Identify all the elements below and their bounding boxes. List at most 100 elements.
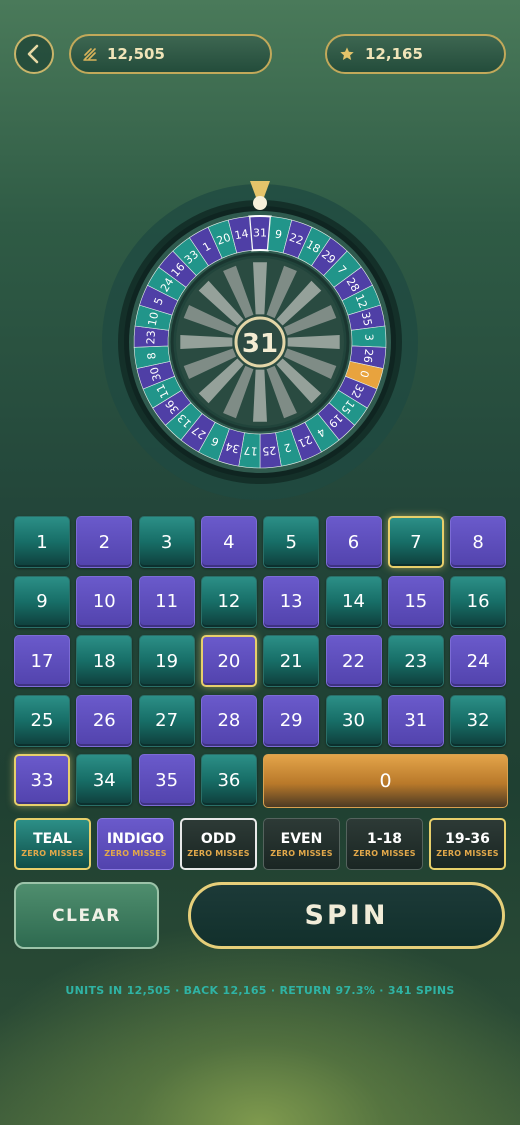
bet-sublabel: ZERO MISSES <box>104 848 167 858</box>
outside-bet-button[interactable]: INDIGO ZERO MISSES <box>97 818 174 870</box>
number-label: 1 <box>36 531 48 553</box>
number-cell[interactable]: 7 <box>387 516 444 568</box>
number-label: 26 <box>92 710 116 731</box>
star-icon <box>340 47 354 60</box>
number-cell[interactable]: 1 <box>14 516 70 568</box>
number-label: 27 <box>155 710 179 731</box>
number-label: 15 <box>404 591 428 612</box>
clear-button[interactable]: CLEAR <box>14 882 159 949</box>
bet-label: 19-36 <box>445 830 490 847</box>
number-label: 29 <box>279 710 303 731</box>
outside-bet-button[interactable]: EVEN ZERO MISSES <box>263 818 340 870</box>
number-cell[interactable]: 14 <box>325 575 382 628</box>
pocket-number: 14 <box>234 227 250 242</box>
outside-bet-button[interactable]: 1-18 ZERO MISSES <box>346 818 423 870</box>
pocket-number: 23 <box>144 330 158 345</box>
number-cell[interactable]: 36 <box>200 754 257 806</box>
back-value: 12,165 <box>365 45 423 63</box>
number-cell[interactable]: 27 <box>138 694 195 747</box>
wheel-result: 31 <box>242 329 278 359</box>
number-cell[interactable]: 17 <box>14 635 70 687</box>
outside-bet-button[interactable]: 19-36 ZERO MISSES <box>429 818 506 870</box>
number-label: 12 <box>217 591 241 612</box>
number-cell[interactable]: 34 <box>76 754 133 806</box>
number-label: 18 <box>92 650 116 672</box>
number-label: 31 <box>404 710 428 731</box>
number-cell[interactable]: 25 <box>14 694 70 747</box>
number-label: 32 <box>466 710 490 731</box>
number-cell[interactable]: 12 <box>200 575 257 628</box>
bet-label: EVEN <box>280 830 323 847</box>
spin-button[interactable]: SPIN <box>188 882 505 949</box>
back-balance-pill: 12,165 <box>325 34 506 74</box>
number-label: 25 <box>30 710 54 731</box>
number-label: 17 <box>30 650 54 672</box>
number-cell[interactable]: 2 <box>76 516 133 568</box>
number-label: 24 <box>466 650 490 672</box>
number-cell[interactable]: 22 <box>325 635 382 687</box>
number-cell[interactable]: 15 <box>387 575 444 628</box>
number-label: 33 <box>30 769 54 791</box>
number-cell[interactable]: 23 <box>387 635 444 687</box>
number-label: 35 <box>155 769 179 791</box>
number-cell[interactable]: 13 <box>263 575 320 628</box>
number-cell[interactable]: 29 <box>263 694 320 747</box>
bet-label: ODD <box>200 830 237 847</box>
number-label: 22 <box>342 650 365 672</box>
number-label: 20 <box>217 650 241 672</box>
top-bar: 12,505 12,165 <box>0 0 520 110</box>
number-cell[interactable]: 30 <box>325 694 382 747</box>
number-cell[interactable]: 4 <box>200 516 257 568</box>
zero-cell[interactable]: 0 <box>263 754 508 808</box>
back-button[interactable] <box>14 34 54 74</box>
number-cell[interactable]: 21 <box>263 635 320 687</box>
number-cell[interactable]: 19 <box>138 635 195 687</box>
outside-bets: TEAL ZERO MISSES INDIGO ZERO MISSES ODD ZERO … <box>14 818 506 870</box>
units-balance-pill: 12,505 <box>69 34 272 74</box>
number-label: 36 <box>217 769 241 791</box>
number-cell[interactable]: 11 <box>138 575 195 628</box>
pocket-number: 17 <box>243 444 258 458</box>
number-cell[interactable]: 31 <box>387 694 444 747</box>
number-cell[interactable]: 33 <box>14 754 70 806</box>
number-label: 14 <box>342 591 365 612</box>
number-cell[interactable]: 20 <box>200 635 257 687</box>
number-label: 13 <box>279 591 303 612</box>
number-label: 19 <box>155 650 179 672</box>
number-label: 16 <box>466 591 490 612</box>
stats-footer: UNITS IN 12,505 · BACK 12,165 · RETURN 9… <box>65 984 455 997</box>
number-cell[interactable]: 18 <box>76 635 133 687</box>
outside-bet-button[interactable]: TEAL ZERO MISSES <box>14 818 91 870</box>
bet-label: TEAL <box>33 830 72 847</box>
units-icon <box>83 48 97 61</box>
number-label: 21 <box>279 650 303 672</box>
number-cell[interactable]: 24 <box>450 635 507 687</box>
number-label: 2 <box>98 531 111 553</box>
number-cell[interactable]: 16 <box>450 575 507 628</box>
number-cell[interactable]: 6 <box>325 516 382 568</box>
bet-label: 1-18 <box>366 830 403 847</box>
number-label: 34 <box>92 769 116 791</box>
zero-label: 0 <box>379 770 392 792</box>
outside-bet-button[interactable]: ODD ZERO MISSES <box>180 818 257 870</box>
number-label: 9 <box>36 591 48 612</box>
number-cell[interactable]: 32 <box>450 694 507 747</box>
number-label: 6 <box>347 531 360 553</box>
number-cell[interactable]: 5 <box>263 516 320 568</box>
number-cell[interactable]: 28 <box>200 694 257 747</box>
number-label: 8 <box>472 531 484 553</box>
number-label: 5 <box>285 531 297 553</box>
number-label: 4 <box>223 531 235 553</box>
pocket-number: 31 <box>253 227 267 240</box>
number-cell[interactable]: 9 <box>14 575 70 628</box>
number-cell[interactable]: 3 <box>138 516 195 568</box>
number-label: 11 <box>155 591 179 612</box>
number-label: 23 <box>404 650 428 672</box>
number-label: 3 <box>160 531 173 553</box>
number-cell[interactable]: 26 <box>76 694 133 747</box>
number-cell[interactable]: 8 <box>450 516 507 568</box>
number-cell[interactable]: 10 <box>76 575 133 628</box>
chevron-left-icon <box>27 44 39 64</box>
bet-sublabel: ZERO MISSES <box>353 848 416 858</box>
number-cell[interactable]: 35 <box>138 754 195 806</box>
